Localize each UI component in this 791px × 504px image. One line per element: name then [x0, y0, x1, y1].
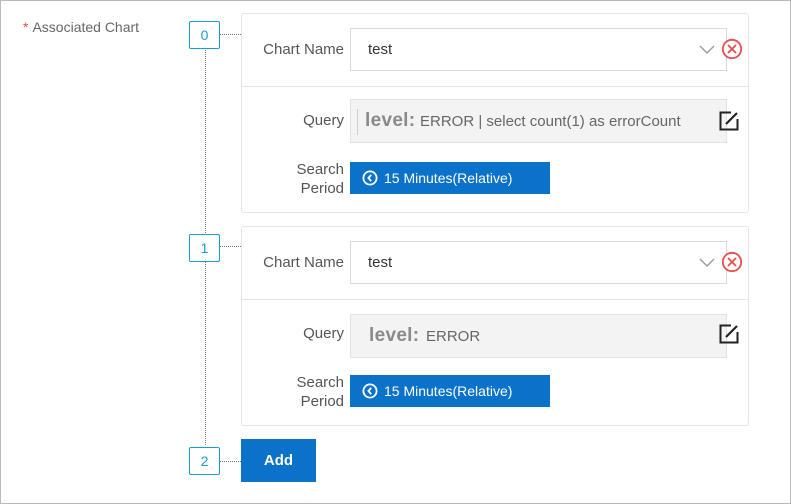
- remove-chart-icon[interactable]: [721, 38, 743, 60]
- query-keyword: level:: [369, 325, 420, 346]
- search-period-value: 15 Minutes(Relative): [384, 170, 513, 186]
- item-index-1: 1: [189, 234, 220, 262]
- search-period-label: Search Period: [242, 373, 344, 411]
- query-text: ERROR: [426, 328, 481, 345]
- search-period-label-line1: Search: [296, 161, 344, 178]
- add-button[interactable]: Add: [241, 439, 316, 482]
- chart-name-value: test: [368, 41, 393, 58]
- connector-dots: [220, 246, 241, 247]
- clock-icon: [362, 170, 378, 186]
- field-label-text: Associated Chart: [32, 19, 140, 35]
- remove-chart-icon[interactable]: [721, 251, 743, 273]
- search-period-label: Search Period: [242, 160, 344, 198]
- chart-card-1: Chart Name test Query level: ERROR Searc…: [241, 226, 749, 426]
- search-period-label-line2: Period: [300, 393, 344, 410]
- required-mark: *: [23, 19, 29, 35]
- card-divider: [242, 86, 748, 87]
- chart-name-label: Chart Name: [263, 254, 344, 271]
- form-frame: * Associated Chart 0 1 2 Chart Name test …: [0, 0, 791, 504]
- search-period-button[interactable]: 15 Minutes(Relative): [350, 162, 550, 194]
- query-field[interactable]: level: ERROR: [350, 314, 727, 358]
- chart-name-select[interactable]: test: [350, 241, 727, 284]
- edit-query-icon[interactable]: [718, 110, 740, 132]
- edit-query-icon[interactable]: [718, 323, 740, 345]
- item-index-0: 0: [189, 21, 220, 49]
- chevron-down-icon: [699, 258, 715, 267]
- chart-name-label: Chart Name: [263, 41, 344, 58]
- connector-dots: [220, 461, 241, 462]
- chart-name-select[interactable]: test: [350, 28, 727, 71]
- associated-chart-label: * Associated Chart: [23, 19, 139, 35]
- search-period-value: 15 Minutes(Relative): [384, 383, 513, 399]
- card-divider: [242, 299, 748, 300]
- query-field[interactable]: level: ERROR | select count(1) as errorC…: [350, 99, 727, 143]
- query-label: Query: [303, 325, 344, 342]
- clock-icon: [362, 383, 378, 399]
- chart-card-0: Chart Name test Query level: ERROR | sel…: [241, 13, 749, 213]
- connector-dots: [220, 34, 241, 35]
- query-cursor-bar: [357, 109, 358, 135]
- query-keyword: level:: [365, 110, 416, 131]
- search-period-button[interactable]: 15 Minutes(Relative): [350, 375, 550, 407]
- chart-name-value: test: [368, 254, 393, 271]
- search-period-label-line1: Search: [296, 374, 344, 391]
- search-period-label-line2: Period: [300, 180, 344, 197]
- query-text: ERROR | select count(1) as errorCount: [420, 113, 681, 130]
- chevron-down-icon: [699, 45, 715, 54]
- query-label: Query: [303, 112, 344, 129]
- add-index: 2: [189, 447, 220, 475]
